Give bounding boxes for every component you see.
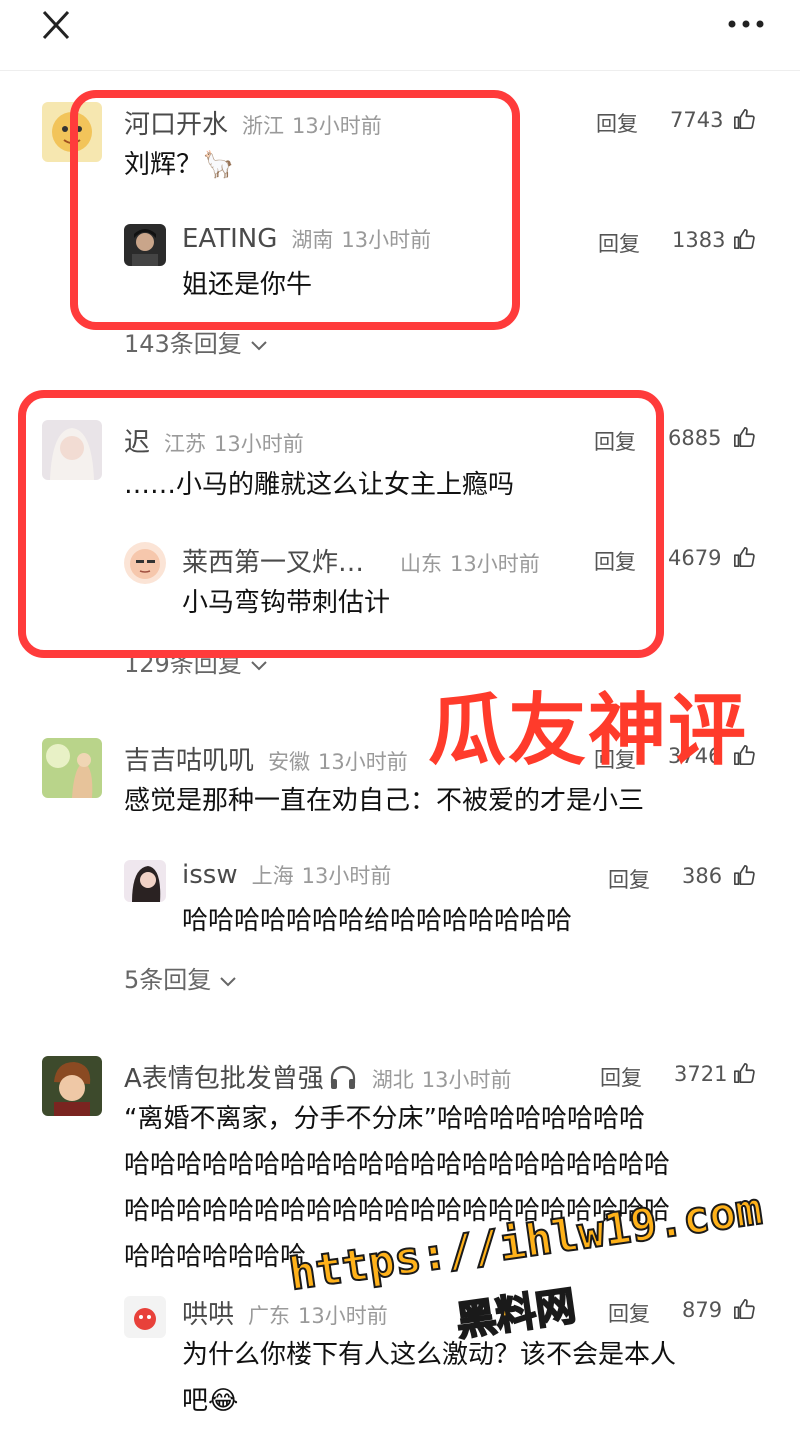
- avatar[interactable]: [42, 738, 102, 798]
- reply-text: 为什么你楼下有人这么激动？该不会是本人 吧😂: [182, 1332, 762, 1424]
- username[interactable]: 哄哄: [182, 1294, 234, 1331]
- top-bar: [0, 0, 800, 71]
- reply-header: issw 上海 13小时前: [182, 860, 391, 890]
- chevron-down-icon: [220, 977, 236, 987]
- chevron-down-icon: [251, 661, 267, 671]
- reply-text-line: 吧😂: [182, 1386, 239, 1416]
- reply-button[interactable]: 回复: [608, 864, 650, 894]
- more-icon[interactable]: [726, 12, 766, 36]
- reply-button[interactable]: 回复: [600, 1062, 642, 1092]
- username[interactable]: issw: [182, 860, 238, 890]
- chevron-down-icon: [251, 341, 267, 351]
- comment-text: 感觉是那种一直在劝自己：不被爱的才是小三: [124, 786, 645, 816]
- username[interactable]: 吉吉咕叽叽: [124, 740, 254, 777]
- like-count: 6885: [668, 426, 722, 450]
- like-icon[interactable]: [733, 1062, 755, 1084]
- reply-button[interactable]: 回复: [596, 108, 638, 138]
- like-count: 879: [682, 1298, 723, 1322]
- like-icon[interactable]: [733, 546, 755, 568]
- headphones-icon: [330, 1065, 355, 1089]
- like-icon[interactable]: [733, 1298, 755, 1320]
- avatar[interactable]: [124, 1296, 166, 1338]
- region: 湖北: [371, 1068, 414, 1092]
- like-icon[interactable]: [733, 864, 755, 886]
- like-count: 1383: [672, 228, 726, 252]
- comment-text-line: 哈哈哈哈哈哈哈哈哈哈哈哈哈哈哈哈哈哈哈哈哈: [124, 1150, 671, 1180]
- more-replies[interactable]: 5条回复: [124, 960, 237, 995]
- comment-header: 吉吉咕叽叽 安徽 13小时前: [124, 740, 408, 777]
- overlay-stamp-text: 瓜友神评: [428, 686, 749, 776]
- username[interactable]: A表情包批发曾强: [124, 1058, 324, 1095]
- like-count: 4679: [668, 546, 722, 570]
- close-icon[interactable]: [38, 8, 74, 44]
- reply-text: 哈哈哈哈哈哈哈给哈哈哈哈哈哈哈: [182, 906, 573, 936]
- comment-header: A表情包批发曾强 湖北 13小时前: [124, 1058, 512, 1095]
- timestamp: 13小时前: [421, 1068, 512, 1092]
- region: 广东: [248, 1304, 291, 1328]
- like-count: 386: [682, 864, 723, 888]
- region: 安徽: [268, 750, 311, 774]
- comment-text-line: “离婚不离家，分手不分床”哈哈哈哈哈哈哈哈: [124, 1104, 645, 1134]
- like-icon[interactable]: [733, 228, 755, 250]
- region: 上海: [251, 864, 294, 888]
- reply-button[interactable]: 回复: [598, 228, 640, 258]
- like-count: 7743: [670, 108, 724, 132]
- avatar[interactable]: [124, 860, 166, 902]
- highlight-box: [18, 390, 664, 658]
- timestamp: 13小时前: [318, 750, 408, 774]
- highlight-box: [70, 90, 520, 330]
- timestamp: 13小时前: [298, 1304, 388, 1328]
- more-replies-label: 5条回复: [124, 966, 212, 994]
- like-icon[interactable]: [733, 426, 755, 448]
- avatar[interactable]: [42, 1056, 102, 1116]
- reply-header: 哄哄 广东 13小时前: [182, 1294, 388, 1331]
- reply-button[interactable]: 回复: [608, 1298, 650, 1328]
- like-icon[interactable]: [733, 108, 755, 130]
- like-count: 3721: [674, 1062, 728, 1086]
- timestamp: 13小时前: [301, 864, 392, 888]
